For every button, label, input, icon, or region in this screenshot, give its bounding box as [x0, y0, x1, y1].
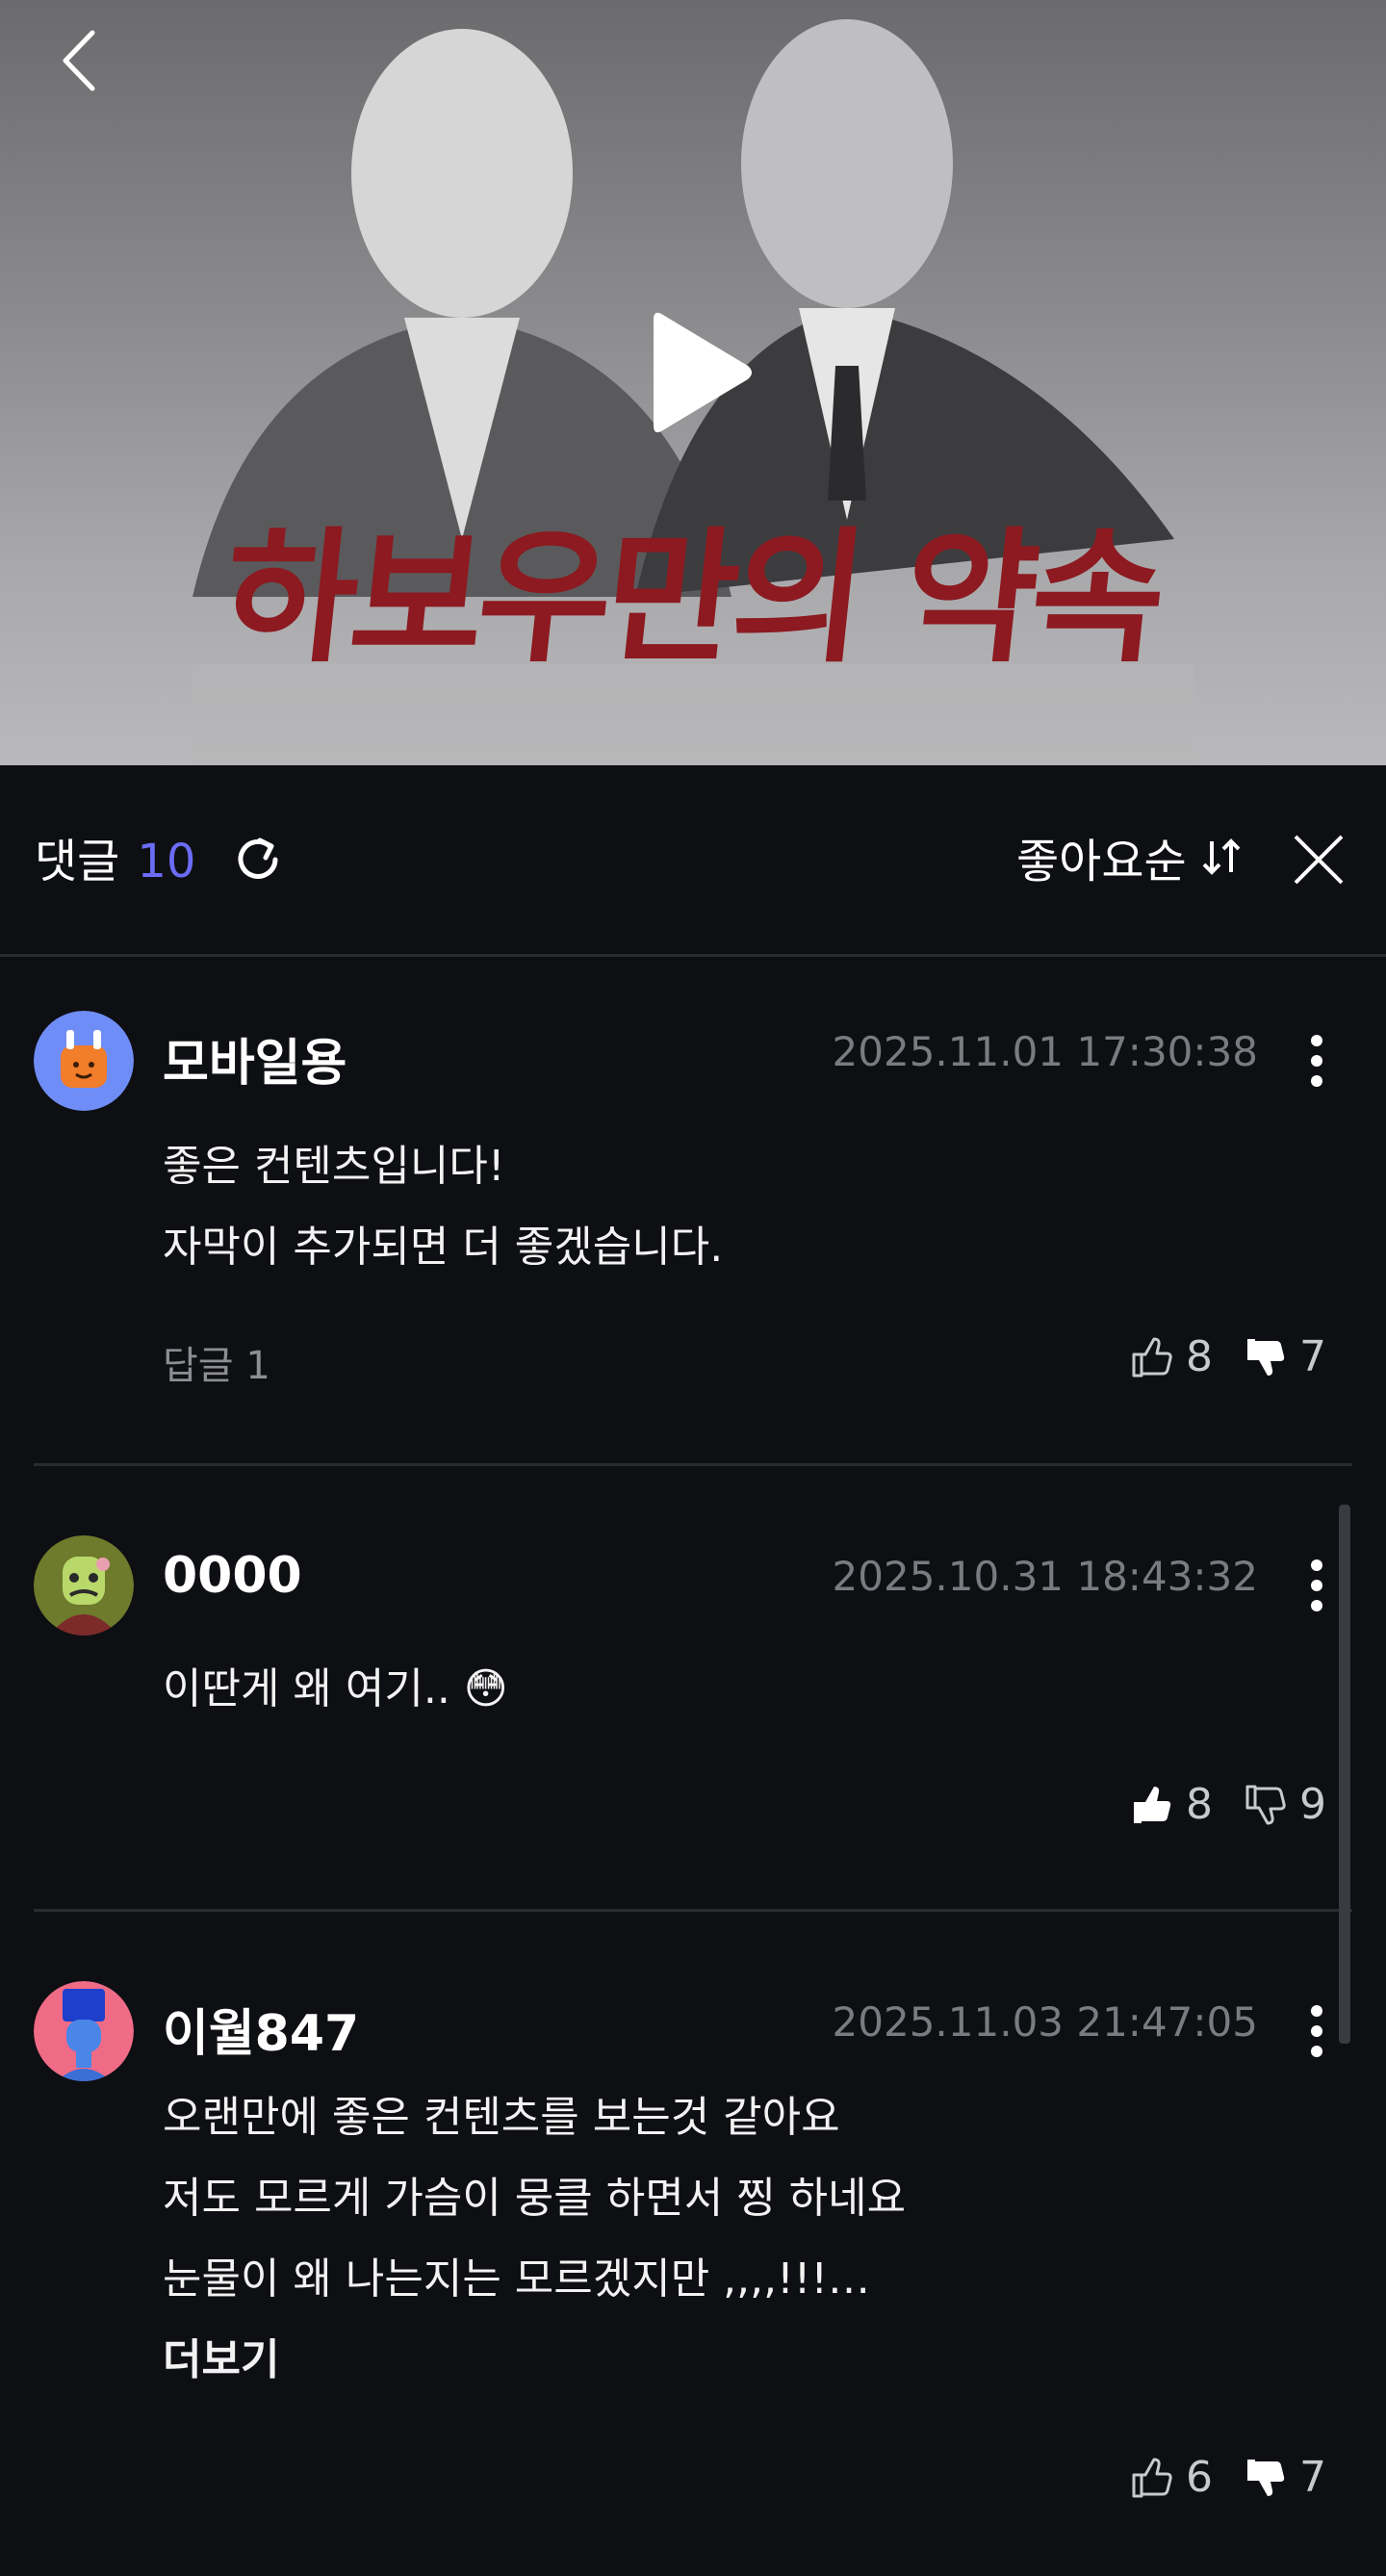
- comments-label: 댓글: [35, 835, 120, 889]
- thumbs-up-outline-icon: [1132, 1337, 1172, 1377]
- sort-arrows-icon: [1202, 838, 1241, 875]
- comment-line: 자막이 추가되면 더 좋겠습니다.: [163, 1223, 724, 1272]
- comment-date: 2025.11.01 17:30:38: [832, 1028, 1258, 1075]
- comment-line: 이딴게 왜 여기.. 😳: [163, 1664, 508, 1713]
- like-count: 8: [1186, 1332, 1213, 1381]
- replies-link[interactable]: 답글 1: [163, 1334, 270, 1390]
- sort-label: 좋아요순: [1016, 835, 1187, 889]
- comment-item: 0000 2025.10.31 18:43:32 이딴게 왜 여기.. 😳 8 …: [34, 1466, 1352, 1912]
- more-options-icon[interactable]: [1310, 2004, 1323, 2058]
- title-artwork-text: 하보우만의 약속: [216, 513, 1168, 683]
- dislike-button[interactable]: 7: [1244, 1332, 1326, 1381]
- back-icon[interactable]: [56, 27, 104, 94]
- more-options-icon[interactable]: [1310, 1558, 1323, 1612]
- like-count: 6: [1186, 2453, 1213, 2502]
- thumbs-down-outline-icon: [1245, 1785, 1286, 1824]
- dislike-button[interactable]: 7: [1244, 2453, 1326, 2502]
- comment-author[interactable]: 모바일용: [163, 1022, 346, 1095]
- like-button[interactable]: 6: [1130, 2453, 1213, 2502]
- comment-item: 이월847 2025.11.03 21:47:05 오랜만에 좋은 컨텐츠를 보…: [34, 1912, 1352, 2576]
- comment-date: 2025.10.31 18:43:32: [832, 1553, 1258, 1600]
- refresh-icon[interactable]: [227, 829, 289, 890]
- comment-author[interactable]: 0000: [163, 1547, 302, 1605]
- comment-author[interactable]: 이월847: [163, 1993, 359, 2065]
- dislike-count: 7: [1299, 1332, 1326, 1381]
- like-button[interactable]: 8: [1130, 1332, 1213, 1381]
- dislike-count: 7: [1299, 2453, 1326, 2502]
- thumbs-down-filled-icon: [1247, 1338, 1285, 1376]
- play-icon[interactable]: [650, 306, 756, 439]
- comment-votes: 8 9: [1130, 1780, 1326, 1829]
- comment-list: 모바일용 2025.11.01 17:30:38 좋은 컨텐츠입니다! 자막이 …: [0, 957, 1386, 2576]
- thumbs-up-outline-icon: [1132, 2458, 1172, 2497]
- comment-line: 좋은 컨텐츠입니다!: [163, 1142, 505, 1191]
- comment-votes: 8 7: [1130, 1332, 1326, 1381]
- sort-button[interactable]: 좋아요순: [1016, 823, 1245, 890]
- avatar[interactable]: [34, 1535, 134, 1636]
- comment-line: 오랜만에 좋은 컨텐츠를 보는것 같아요: [163, 2093, 840, 2142]
- scrollbar[interactable]: [1339, 1505, 1350, 2044]
- like-count: 8: [1186, 1780, 1213, 1829]
- comment-line: 저도 모르게 가슴이 뭉클 하면서 찡 하네요: [163, 2174, 907, 2223]
- comments-header: 댓글 10 좋아요순: [0, 765, 1386, 957]
- comment-body: 좋은 컨텐츠입니다! 자막이 추가되면 더 좋겠습니다.: [163, 1126, 723, 1288]
- close-icon[interactable]: [1292, 833, 1346, 887]
- comment-body: 오랜만에 좋은 컨텐츠를 보는것 같아요 저도 모르게 가슴이 뭉클 하면서 찡…: [163, 2077, 906, 2401]
- like-button[interactable]: 8: [1130, 1780, 1213, 1829]
- avatar[interactable]: [34, 1981, 134, 2081]
- comment-body: 이딴게 왜 여기.. 😳: [163, 1649, 508, 1730]
- comment-item: 모바일용 2025.11.01 17:30:38 좋은 컨텐츠입니다! 자막이 …: [34, 957, 1352, 1466]
- more-options-icon[interactable]: [1310, 1034, 1323, 1088]
- video-player[interactable]: 하보우만의 약속: [0, 0, 1386, 765]
- read-more-link[interactable]: 더보기: [163, 2320, 906, 2401]
- thumbs-up-filled-icon: [1134, 1786, 1171, 1823]
- comment-line: 눈물이 왜 나는지는 모르겠지만 ,,,,!!!…: [163, 2254, 871, 2304]
- thumbs-down-filled-icon: [1247, 2459, 1285, 2496]
- comments-count: 10: [137, 835, 196, 889]
- dislike-count: 9: [1299, 1780, 1326, 1829]
- dislike-button[interactable]: 9: [1244, 1780, 1326, 1829]
- avatar[interactable]: [34, 1011, 134, 1111]
- comment-date: 2025.11.03 21:47:05: [832, 1998, 1258, 2046]
- comments-title: 댓글 10: [35, 823, 195, 890]
- comment-votes: 6 7: [1130, 2453, 1326, 2502]
